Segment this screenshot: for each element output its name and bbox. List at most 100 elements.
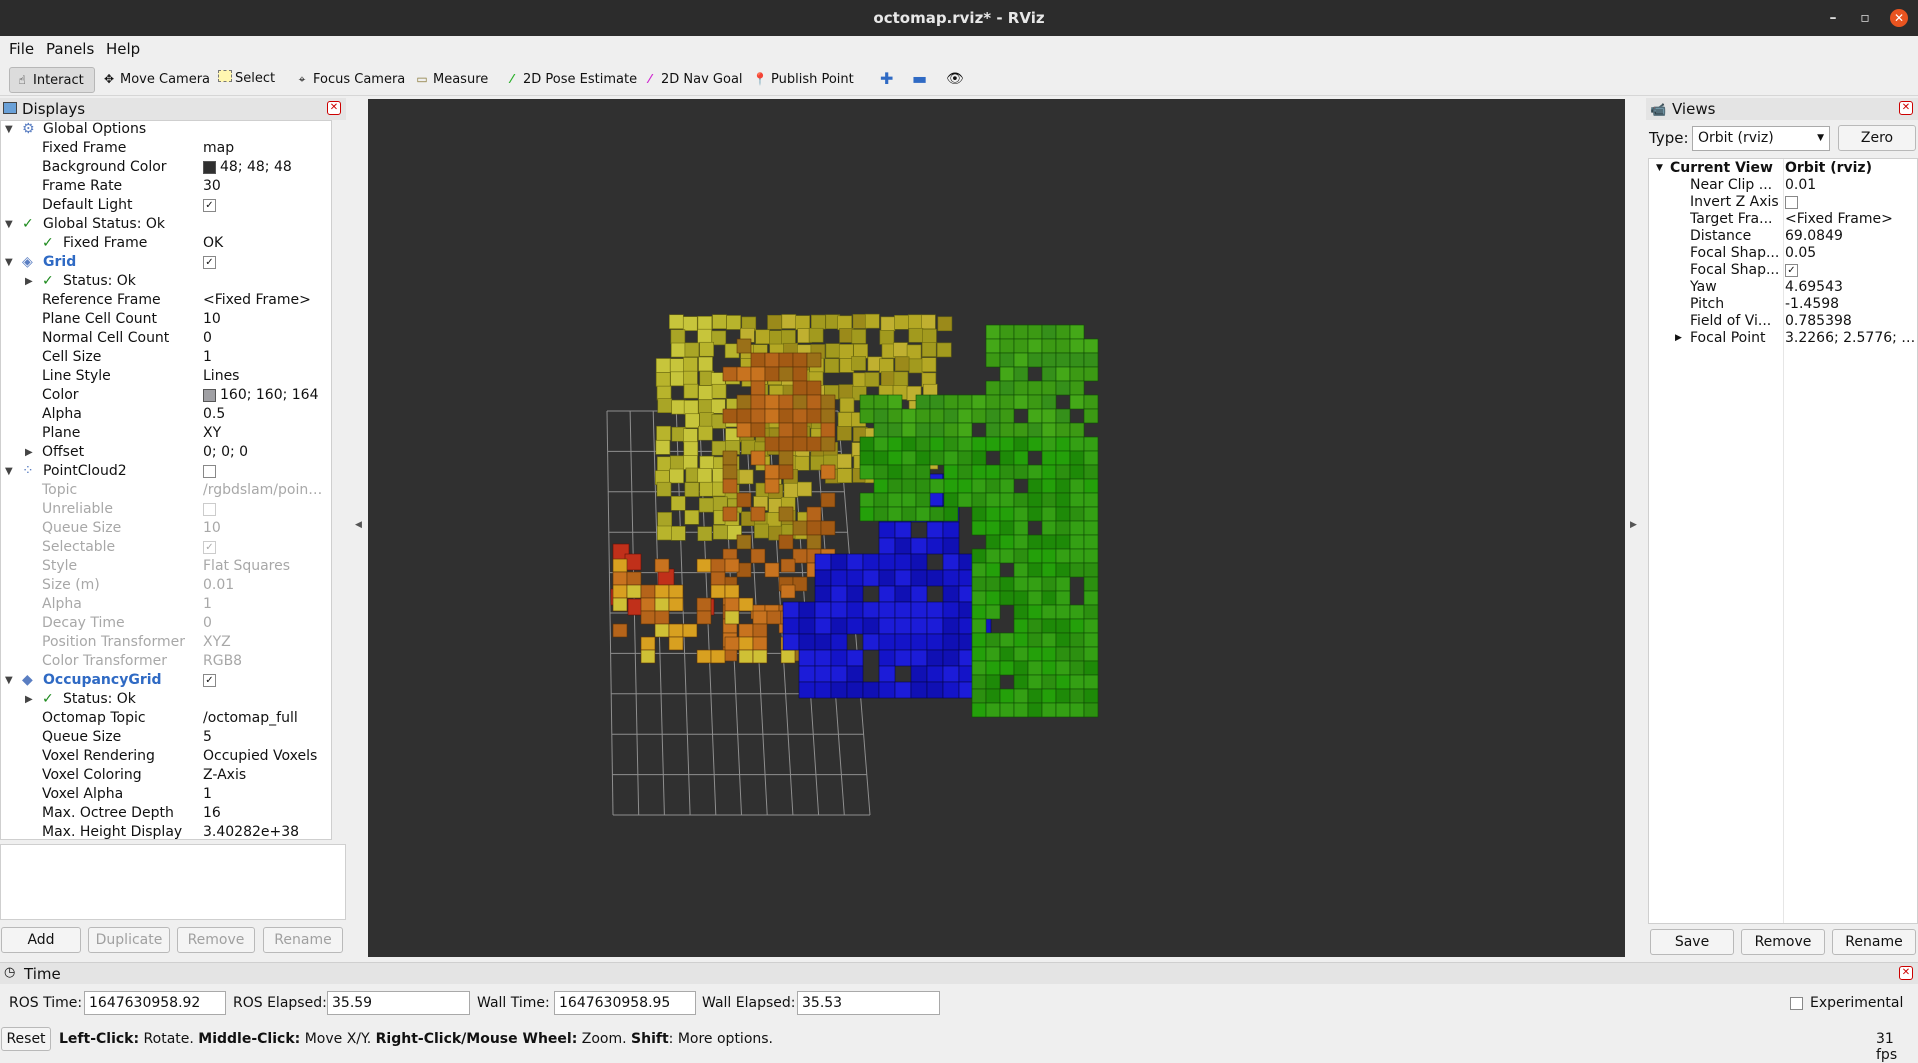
add-tool-icon[interactable]: ✚ <box>876 67 893 93</box>
expand-arrow-icon[interactable]: ▼ <box>5 120 13 139</box>
tree-row-size[interactable]: Size (m) 0.01 <box>0 576 330 595</box>
view-type-select[interactable]: Orbit (rviz) ▼ <box>1692 126 1830 151</box>
tree-row-pointcloud2[interactable]: ▼ ⁘ PointCloud2 <box>0 462 330 481</box>
tree-row-decay-time[interactable]: Decay Time 0 <box>0 614 330 633</box>
fov-value[interactable]: 0.785398 <box>1785 313 1915 330</box>
ros-time-field[interactable]: 1647630958.92 <box>84 991 226 1015</box>
move-camera-tool[interactable]: ✥ Move Camera <box>97 67 210 93</box>
view-prop-row[interactable]: Distance 69.0849 <box>1648 228 1916 245</box>
tree-row-voxel-coloring[interactable]: Voxel Coloring Z-Axis <box>0 766 330 785</box>
fixed-frame-value[interactable]: map <box>203 139 328 158</box>
focal-shape-size-value[interactable]: 0.05 <box>1785 245 1915 262</box>
tree-row-max-depth[interactable]: Max. Octree Depth 16 <box>0 804 330 823</box>
expand-arrow-icon[interactable]: ▶ <box>25 690 33 709</box>
add-display-button[interactable]: Add <box>1 927 81 953</box>
tree-row-fixed-frame[interactable]: Fixed Frame map <box>0 139 330 158</box>
color-transformer-value[interactable]: RGB8 <box>203 652 328 671</box>
frame-rate-value[interactable]: 30 <box>203 177 328 196</box>
line-style-value[interactable]: Lines <box>203 367 328 386</box>
bg-color-value[interactable]: 48; 48; 48 <box>203 158 328 177</box>
collapse-right-icon[interactable]: ▶ <box>1630 520 1637 530</box>
distance-value[interactable]: 69.0849 <box>1785 228 1915 245</box>
publish-point-tool[interactable]: 📍 Publish Point <box>748 67 854 93</box>
voxel-coloring-value[interactable]: Z-Axis <box>203 766 328 785</box>
experimental-checkbox[interactable] <box>1790 997 1803 1010</box>
save-view-button[interactable]: Save <box>1650 929 1734 955</box>
voxel-rendering-value[interactable]: Occupied Voxels <box>203 747 328 766</box>
max-depth-value[interactable]: 16 <box>203 804 328 823</box>
plane-cell-count-value[interactable]: 10 <box>203 310 328 329</box>
grid-checkbox[interactable]: ✓ <box>203 255 216 269</box>
tree-row-ref-frame[interactable]: Reference Frame <Fixed Frame> <box>0 291 330 310</box>
view-prop-row[interactable]: Focal Shap... 0.05 <box>1648 245 1916 262</box>
zero-button[interactable]: Zero <box>1838 125 1916 151</box>
tree-row-grid[interactable]: ▼ ◈ Grid ✓ <box>0 253 330 272</box>
tree-row-octomap-topic[interactable]: Octomap Topic/octomap_full <box>0 709 330 728</box>
remove-display-button[interactable]: Remove <box>177 927 255 953</box>
minimize-icon[interactable]: – <box>1824 9 1842 27</box>
expand-arrow-icon[interactable]: ▶ <box>25 272 33 291</box>
wall-time-field[interactable]: 1647630958.95 <box>554 991 696 1015</box>
duplicate-display-button[interactable]: Duplicate <box>88 927 170 953</box>
default-light-checkbox[interactable]: ✓ <box>203 198 216 212</box>
tree-row-unreliable[interactable]: Unreliable <box>0 500 330 519</box>
expand-arrow-icon[interactable]: ▶ <box>1675 330 1682 347</box>
close-views-icon[interactable]: ✕ <box>1899 101 1913 115</box>
ref-frame-value[interactable]: <Fixed Frame> <box>203 291 328 310</box>
view-prop-row[interactable]: Invert Z Axis <box>1648 194 1916 211</box>
select-tool[interactable]: Select <box>214 67 275 93</box>
tree-row-frame-rate[interactable]: Frame Rate 30 <box>0 177 330 196</box>
invert-z-checkbox[interactable] <box>1785 195 1798 209</box>
current-view-row[interactable]: ▼ Current View Orbit (rviz) <box>1648 160 1916 177</box>
view-prop-row[interactable]: Field of Vi... 0.785398 <box>1648 313 1916 330</box>
expand-arrow-icon[interactable]: ▶ <box>25 443 33 462</box>
normal-cell-count-value[interactable]: 0 <box>203 329 328 348</box>
tree-row-gs-fixed-frame[interactable]: ✓ Fixed Frame OK <box>0 234 330 253</box>
tree-row-global-status[interactable]: ▼ ✓ Global Status: Ok <box>0 215 330 234</box>
interact-tool[interactable]: ☝ Interact <box>9 67 95 93</box>
expand-arrow-icon[interactable]: ▼ <box>1656 160 1663 177</box>
menu-panels[interactable]: Panels <box>46 40 94 58</box>
expand-arrow-icon[interactable]: ▼ <box>5 253 13 272</box>
render-viewport[interactable] <box>368 99 1625 957</box>
tree-row-color-transformer[interactable]: Color Transformer RGB8 <box>0 652 330 671</box>
tree-row-normal-cell-count[interactable]: Normal Cell Count 0 <box>0 329 330 348</box>
view-prop-row[interactable]: ▶ Focal Point 3.2266; 2.5776; … <box>1648 330 1916 347</box>
tree-row-plane-cell-count[interactable]: Plane Cell Count 10 <box>0 310 330 329</box>
cell-size-value[interactable]: 1 <box>203 348 328 367</box>
tree-row-occupancy-grid[interactable]: ▼ ◆ OccupancyGrid ✓ <box>0 671 330 690</box>
focal-shape-fixed-checkbox[interactable]: ✓ <box>1785 263 1798 277</box>
unreliable-checkbox[interactable] <box>203 502 216 516</box>
tree-row-pos-transformer[interactable]: Position Transformer XYZ <box>0 633 330 652</box>
tree-row-og-queue-size[interactable]: Queue Size 5 <box>0 728 330 747</box>
displays-scrollbar[interactable] <box>331 121 332 840</box>
tree-row-offset[interactable]: ▶ Offset 0; 0; 0 <box>0 443 330 462</box>
ros-elapsed-field[interactable]: 35.59 <box>327 991 470 1015</box>
rename-view-button[interactable]: Rename <box>1832 929 1916 955</box>
focus-camera-tool[interactable]: ⌖ Focus Camera <box>290 67 406 93</box>
pose-estimate-tool[interactable]: ⁄ 2D Pose Estimate <box>500 67 637 93</box>
view-prop-row[interactable]: Pitch -1.4598 <box>1648 296 1916 313</box>
tree-row-grid-status[interactable]: ▶ ✓ Status: Ok <box>0 272 330 291</box>
tree-row-selectable[interactable]: Selectable ✓ <box>0 538 330 557</box>
menu-help[interactable]: Help <box>106 40 140 58</box>
color-value[interactable]: 160; 160; 164 <box>203 386 328 405</box>
offset-value[interactable]: 0; 0; 0 <box>203 443 328 462</box>
og-queue-size-value[interactable]: 5 <box>203 728 328 747</box>
alpha-value[interactable]: 0.5 <box>203 405 328 424</box>
tree-row-color[interactable]: Color 160; 160; 164 <box>0 386 330 405</box>
measure-tool[interactable]: ▭ Measure <box>410 67 488 93</box>
pc-alpha-value[interactable]: 1 <box>203 595 328 614</box>
rename-display-button[interactable]: Rename <box>263 927 343 953</box>
occupancy-grid-checkbox[interactable]: ✓ <box>203 673 216 687</box>
tree-row-bg-color[interactable]: Background Color 48; 48; 48 <box>0 158 330 177</box>
tree-row-pc-alpha[interactable]: Alpha 1 <box>0 595 330 614</box>
tree-row-alpha[interactable]: Alpha 0.5 <box>0 405 330 424</box>
tree-row-global-options[interactable]: ▼ ⚙ Global Options <box>0 120 330 139</box>
tree-row-voxel-rendering[interactable]: Voxel Rendering Occupied Voxels <box>0 747 330 766</box>
close-time-icon[interactable]: ✕ <box>1899 966 1913 980</box>
tree-row-voxel-alpha[interactable]: Voxel Alpha 1 <box>0 785 330 804</box>
pitch-value[interactable]: -1.4598 <box>1785 296 1915 313</box>
size-value[interactable]: 0.01 <box>203 576 328 595</box>
voxel-alpha-value[interactable]: 1 <box>203 785 328 804</box>
